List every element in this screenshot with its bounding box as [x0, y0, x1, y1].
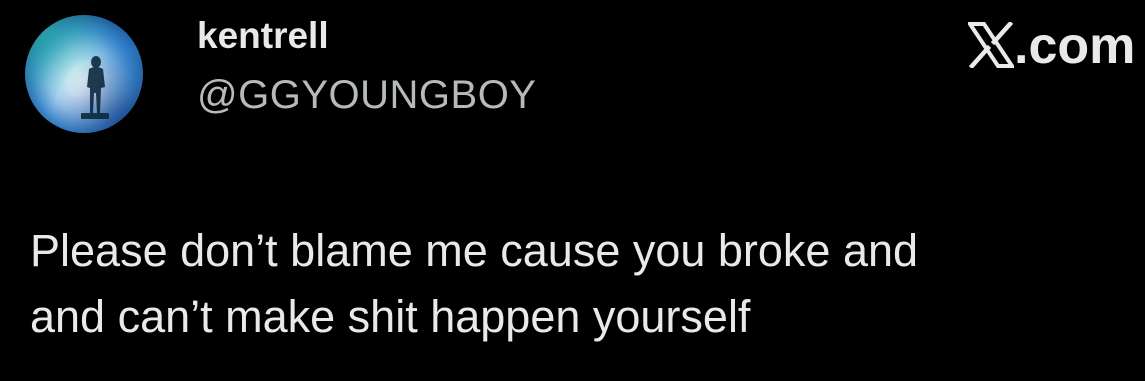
tweet-text: Please don’t blame me cause you broke an…: [30, 225, 919, 342]
x-brand: .com: [968, 18, 1135, 74]
brand-domain-suffix: .com: [1014, 17, 1136, 75]
author-name[interactable]: kentrell: [197, 12, 329, 60]
avatar[interactable]: [25, 15, 143, 133]
author-handle[interactable]: @GGYOUNGBOY: [197, 70, 536, 120]
tweet-card: kentrell @GGYOUNGBOY .com Please don’t b…: [0, 0, 1145, 381]
avatar-silhouette-icon: [81, 56, 109, 119]
x-logo-icon: [968, 22, 1014, 68]
